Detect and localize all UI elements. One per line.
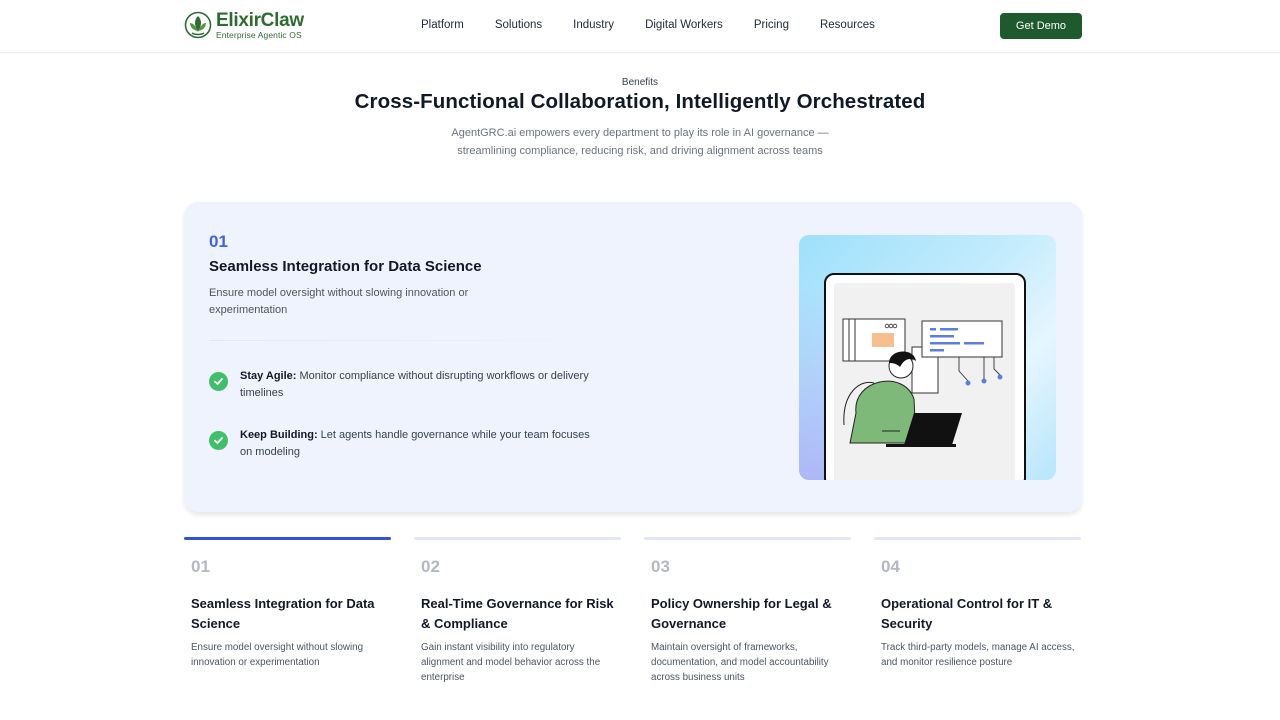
feature-point: Keep Building: Let agents handle governa…: [209, 427, 599, 461]
tab-progress-bar: [874, 537, 1081, 540]
tab-number: 03: [651, 557, 670, 576]
main-nav: Platform Solutions Industry Digital Work…: [421, 19, 906, 31]
section-eyebrow: Benefits: [621, 77, 659, 88]
feature-point-text: Keep Building: Let agents handle governa…: [240, 427, 599, 461]
site-header: ElixirClaw Enterprise Agentic OS Platfor…: [0, 0, 1280, 53]
tab-description: Ensure model oversight without slowing i…: [191, 642, 364, 668]
tab-description: Maintain oversight of frameworks, docume…: [651, 642, 829, 683]
feature-number: 01: [209, 232, 228, 251]
tab-title: Seamless Integration for Data Science: [191, 596, 375, 631]
tab-progress-bar: [644, 537, 851, 540]
tab-progress-bar: [184, 537, 391, 540]
tablet-frame: [824, 273, 1026, 480]
tab-number: 02: [421, 557, 440, 576]
brand-name: ElixirClaw: [216, 10, 304, 31]
benefit-tab-3[interactable]: 03 Policy Ownership for Legal & Governan…: [644, 537, 851, 697]
tablet-screen: [834, 283, 1015, 480]
tab-progress-bar: [414, 537, 621, 540]
tab-number: 04: [881, 557, 900, 576]
developer-at-laptop-illustration-icon: [842, 318, 1003, 447]
feature-point-label: Keep Building:: [240, 429, 318, 441]
nav-item-solutions[interactable]: Solutions: [495, 19, 542, 31]
feature-point: Stay Agile: Monitor compliance without d…: [209, 368, 599, 402]
tab-title: Operational Control for IT & Security: [881, 596, 1053, 631]
nav-item-resources[interactable]: Resources: [820, 19, 875, 31]
nav-item-digital-workers[interactable]: Digital Workers: [645, 19, 723, 31]
section-subtitle: AgentGRC.ai empowers every department to…: [451, 127, 829, 157]
feature-title: Seamless Integration for Data Science: [209, 258, 482, 275]
nav-item-industry[interactable]: Industry: [573, 19, 614, 31]
get-demo-button[interactable]: Get Demo: [1000, 13, 1082, 39]
feature-card: 01 Seamless Integration for Data Science…: [184, 202, 1082, 512]
feature-illustration: [799, 235, 1056, 480]
benefit-tab-2[interactable]: 02 Real-Time Governance for Risk & Compl…: [414, 537, 621, 697]
nav-item-platform[interactable]: Platform: [421, 19, 464, 31]
claw-leaf-logo-icon: [184, 11, 212, 39]
tab-description: Track third-party models, manage AI acce…: [881, 642, 1075, 668]
check-icon: [209, 431, 228, 450]
feature-description: Ensure model oversight without slowing i…: [209, 287, 469, 316]
feature-point-label: Stay Agile:: [240, 370, 297, 382]
brand-logo[interactable]: ElixirClaw Enterprise Agentic OS: [184, 11, 304, 40]
section-title: Cross-Functional Collaboration, Intellig…: [354, 90, 926, 113]
benefit-tab-4[interactable]: 04 Operational Control for IT & Security…: [874, 537, 1081, 697]
tab-title: Real-Time Governance for Risk & Complian…: [421, 596, 614, 631]
tab-number: 01: [191, 557, 210, 576]
check-icon: [209, 372, 228, 391]
tab-description: Gain instant visibility into regulatory …: [421, 642, 601, 683]
feature-divider: [209, 340, 594, 341]
nav-item-pricing[interactable]: Pricing: [754, 19, 789, 31]
feature-point-text: Stay Agile: Monitor compliance without d…: [240, 368, 599, 402]
tab-title: Policy Ownership for Legal & Governance: [651, 596, 832, 631]
brand-tagline: Enterprise Agentic OS: [216, 30, 302, 40]
benefit-tab-1[interactable]: 01 Seamless Integration for Data Science…: [184, 537, 391, 697]
